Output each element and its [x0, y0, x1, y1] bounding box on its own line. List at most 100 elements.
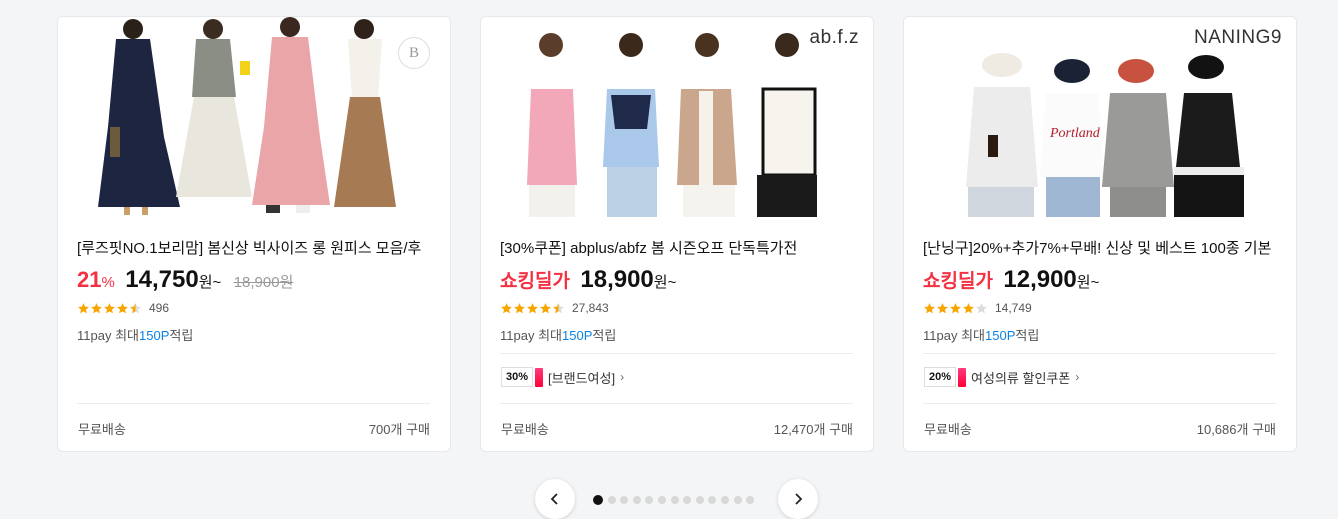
coupon-label: [브랜드여성] — [548, 370, 616, 386]
deal-tag: 쇼킹딜가 — [500, 271, 570, 292]
points-suffix: 적립 — [1015, 328, 1040, 343]
rating-stars — [500, 302, 565, 315]
carousel-pagination — [593, 495, 759, 505]
star-icon — [976, 302, 987, 313]
star-icon — [963, 302, 974, 313]
brand-logo: NANING9 — [1194, 27, 1282, 48]
coupon-rate: 20% — [924, 367, 957, 387]
star-icon — [514, 302, 525, 313]
sale-price: 12,900 — [1003, 266, 1077, 293]
rating: 27,843 — [500, 301, 609, 315]
points-prefix: 11pay 최대 — [500, 328, 562, 343]
star-icon — [950, 302, 961, 313]
pagination-dot[interactable] — [720, 496, 729, 504]
divider — [77, 403, 430, 404]
chevron-right-icon: › — [620, 370, 625, 384]
star-icon — [540, 302, 551, 313]
carousel-prev-button[interactable] — [535, 479, 575, 519]
purchase-count: 10,686개 구매 — [1196, 422, 1276, 437]
product-image[interactable]: ab.f.z — [481, 17, 873, 217]
review-count: 14,749 — [995, 301, 1032, 315]
star-icon — [937, 302, 948, 313]
star-icon — [501, 302, 512, 313]
discount-rate: 21 — [77, 267, 102, 292]
pay-points: 11pay 최대150P적립 — [500, 325, 616, 344]
original-price: 18,900원 — [233, 274, 294, 291]
purchase-count: 700개 구매 — [368, 422, 430, 437]
pagination-dot[interactable] — [620, 496, 629, 504]
pagination-dot[interactable] — [632, 496, 641, 504]
sale-price: 14,750 — [125, 266, 199, 293]
star-icon — [553, 302, 564, 313]
carousel-next-button[interactable] — [778, 479, 818, 519]
review-count: 27,843 — [572, 301, 609, 315]
points-prefix: 11pay 최대 — [923, 328, 985, 343]
points-value: 150P — [985, 328, 1016, 343]
price-unit: 원~ — [198, 274, 222, 291]
shipping-info: 무료배송 — [501, 422, 549, 437]
pagination-dot[interactable] — [657, 496, 666, 504]
star-icon — [117, 302, 128, 313]
product-image[interactable]: Portland NANING9 — [904, 17, 1296, 217]
star-icon — [91, 302, 102, 313]
chevron-right-icon — [795, 493, 803, 505]
points-suffix: 적립 — [169, 328, 194, 343]
shipping-info: 무료배송 — [78, 422, 126, 437]
star-icon — [130, 302, 141, 313]
svg-text:Portland: Portland — [1049, 126, 1101, 141]
pagination-dot[interactable] — [746, 496, 755, 504]
star-icon — [527, 302, 538, 313]
coupon-link[interactable]: 20% 여성의류 할인쿠폰 › — [924, 367, 1079, 387]
purchase-count: 12,470개 구매 — [773, 422, 853, 437]
product-title[interactable]: [루즈핏NO.1보리맘] 봄신상 빅사이즈 롱 원피스 모음/후 — [77, 237, 433, 258]
coupon-icon — [535, 367, 544, 387]
pagination-dot[interactable] — [670, 496, 679, 504]
product-card[interactable]: B [루즈핏NO.1보리맘] 봄신상 빅사이즈 롱 원피스 모음/후 21% 1… — [57, 16, 451, 452]
star-icon — [924, 302, 935, 313]
divider — [500, 403, 853, 404]
chevron-right-icon: › — [1075, 370, 1080, 384]
price-row: 21% 14,750원~ 18,900원 — [77, 266, 293, 296]
rating-stars — [77, 302, 142, 315]
points-prefix: 11pay 최대 — [77, 328, 139, 343]
star-icon — [78, 302, 89, 313]
coupon-rate: 30% — [501, 367, 534, 387]
pay-points: 11pay 최대150P적립 — [77, 325, 193, 344]
chevron-left-icon — [550, 493, 558, 505]
pagination-dot[interactable] — [683, 496, 692, 504]
points-value: 150P — [562, 328, 593, 343]
rating-stars — [923, 302, 988, 315]
coupon-icon — [958, 367, 967, 387]
price-unit: 원~ — [653, 274, 677, 291]
price-row: 쇼킹딜가 12,900원~ — [923, 266, 1099, 296]
deal-tag: 쇼킹딜가 — [923, 271, 993, 292]
discount-unit: % — [101, 274, 115, 291]
product-card[interactable]: ab.f.z [30%쿠폰] abplus/abfz 봄 시즌오프 단독특가전 … — [480, 16, 874, 452]
pagination-dot[interactable] — [708, 496, 717, 504]
divider — [923, 403, 1276, 404]
pay-points: 11pay 최대150P적립 — [923, 325, 1039, 344]
price-row: 쇼킹딜가 18,900원~ — [500, 266, 676, 296]
pagination-dot[interactable] — [695, 496, 704, 504]
product-image[interactable]: B — [58, 17, 450, 217]
pagination-dot[interactable] — [645, 496, 654, 504]
points-value: 150P — [139, 328, 170, 343]
shipping-info: 무료배송 — [924, 422, 972, 437]
coupon-link[interactable]: 30% [브랜드여성] › — [501, 367, 624, 387]
coupon-label: 여성의류 할인쿠폰 — [971, 370, 1071, 386]
product-title[interactable]: [난닝구]20%+추가7%+무배! 신상 및 베스트 100종 기본 — [923, 237, 1279, 258]
rating: 14,749 — [923, 301, 1032, 315]
price-unit: 원~ — [1076, 274, 1100, 291]
product-title[interactable]: [30%쿠폰] abplus/abfz 봄 시즌오프 단독특가전 — [500, 237, 856, 258]
review-count: 496 — [149, 301, 170, 315]
sale-price: 18,900 — [580, 266, 654, 293]
pagination-dot[interactable] — [607, 496, 616, 504]
brand-logo: B — [398, 37, 430, 69]
divider — [923, 353, 1276, 354]
pagination-dot[interactable] — [733, 496, 742, 504]
product-card[interactable]: Portland NANING9 [난닝구]20%+추가7%+무배! 신상 및 … — [903, 16, 1297, 452]
pagination-dot[interactable] — [593, 495, 603, 505]
brand-logo: ab.f.z — [809, 27, 859, 48]
star-icon — [104, 302, 115, 313]
divider — [500, 353, 853, 354]
